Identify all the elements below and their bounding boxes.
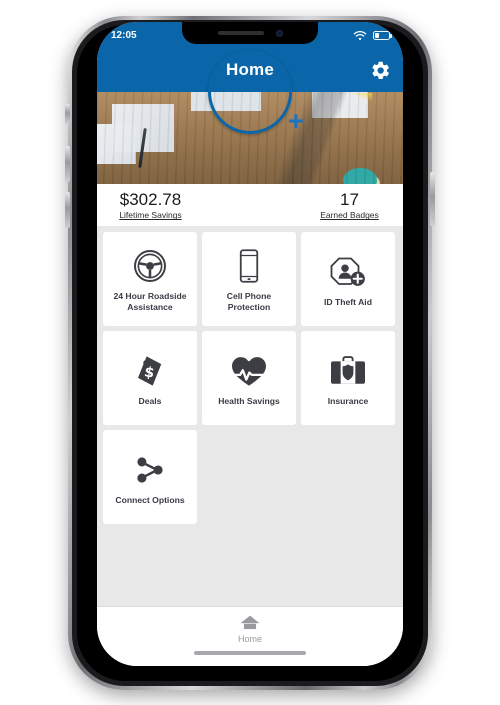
briefcase-shield-icon [329,350,367,392]
avatar[interactable] [208,50,292,134]
share-nodes-icon [132,449,168,491]
stats-bar: $302.78 Lifetime Savings 17 Earned Badge… [97,184,403,226]
speaker-grille-icon [217,31,264,35]
heart-pulse-icon [229,350,269,392]
front-camera-icon [275,29,283,37]
screenshot-stage: 12:05 Home + $302.78 Lifetime Savings 17… [0,0,500,705]
nav-item-label: Home [237,634,262,644]
tile-label: ID Theft Aid [324,296,372,307]
avatar-image [208,50,292,134]
pen-object [138,127,147,169]
mute-switch-button[interactable] [65,104,70,124]
tile-label: Insurance [327,395,369,406]
gear-icon[interactable] [367,57,393,83]
stat-earned-badges[interactable]: 17 Earned Badges [296,189,403,221]
wifi-icon [353,30,367,40]
price-tag-dollar-icon: $ [133,350,167,392]
phone-screen: 12:05 Home + $302.78 Lifetime Savings 17… [97,22,403,666]
app-root: 12:05 Home + $302.78 Lifetime Savings 17… [97,22,403,666]
grid-empty-space [97,524,403,606]
tile-grid-area: 24 Hour Roadside Assistance Cell Phone P… [97,226,403,524]
notch [182,22,318,44]
volume-down-button[interactable] [65,192,70,228]
stat-label: Earned Badges [320,210,379,221]
tile-deals[interactable]: $ Deals [103,331,197,425]
home-icon [240,615,260,630]
tile-health-savings[interactable]: Health Savings [202,331,296,425]
battery-icon [373,30,393,40]
id-theft-shield-icon [329,251,367,293]
stat-label: Lifetime Savings [119,210,182,221]
tile-label: Connect Options [115,494,185,505]
tile-label: Health Savings [218,395,280,406]
tile-grid: 24 Hour Roadside Assistance Cell Phone P… [103,232,397,524]
smartphone-icon [234,245,264,287]
power-button[interactable] [430,172,435,226]
tile-insurance[interactable]: Insurance [301,331,395,425]
tile-id-theft-aid[interactable]: ID Theft Aid [301,232,395,326]
status-time: 12:05 [111,29,137,41]
tile-cell-phone-protection[interactable]: Cell Phone Protection [202,232,296,326]
volume-up-button[interactable] [65,146,70,182]
tile-roadside-assistance[interactable]: 24 Hour Roadside Assistance [103,232,197,326]
home-indicator[interactable] [194,651,306,655]
bottom-navigation-bar: Home [97,606,403,666]
stat-value: 17 [340,189,359,209]
tile-label: 24 Hour Roadside Assistance [113,291,187,312]
nav-item-home[interactable]: Home [238,614,262,644]
stat-value: $302.78 [119,189,182,209]
plus-icon[interactable]: + [288,108,304,135]
status-indicators [353,30,393,41]
tile-connect-options[interactable]: Connect Options [103,430,197,524]
tile-label: Cell Phone Protection [226,291,272,312]
steering-wheel-icon [132,245,168,287]
tile-label: Deals [138,395,162,406]
stat-lifetime-savings[interactable]: $302.78 Lifetime Savings [97,189,204,221]
